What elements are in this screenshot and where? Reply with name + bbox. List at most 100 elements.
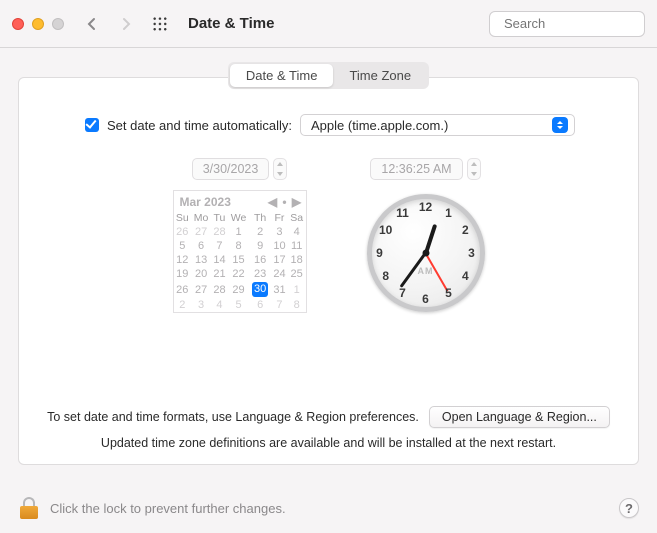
- clock-numeral: 8: [382, 269, 389, 283]
- calendar-day[interactable]: 8: [288, 298, 306, 312]
- calendar-day[interactable]: 28: [211, 281, 228, 298]
- calendar-day[interactable]: 1: [288, 281, 306, 298]
- time-column: 12:36:25 AM AM 121234567891011: [367, 158, 485, 313]
- calendar-day[interactable]: 19: [174, 267, 192, 281]
- calendar-day[interactable]: 28: [211, 225, 228, 239]
- calendar-day[interactable]: 22: [228, 267, 249, 281]
- calendar-day[interactable]: 26: [174, 281, 192, 298]
- calendar-day[interactable]: 3: [191, 298, 211, 312]
- calendar-day[interactable]: 30: [249, 281, 271, 298]
- calendar-dow: Su: [174, 211, 192, 225]
- auto-set-checkbox[interactable]: [85, 118, 99, 132]
- clock-numeral: 6: [422, 292, 429, 306]
- toolbar: Date & Time: [0, 0, 657, 48]
- calendar-day[interactable]: 5: [228, 298, 249, 312]
- updown-arrows-icon: [552, 117, 568, 133]
- calendar-day[interactable]: 17: [271, 253, 288, 267]
- tab-bar: Date & Time Time Zone: [0, 48, 657, 89]
- analog-clock: AM 121234567891011: [367, 194, 485, 312]
- calendar-dow: Th: [249, 211, 271, 225]
- calendar-day[interactable]: 8: [228, 239, 249, 253]
- clock-numeral: 7: [399, 286, 406, 300]
- calendar-day[interactable]: 21: [211, 267, 228, 281]
- auto-set-label: Set date and time automatically:: [107, 118, 292, 133]
- calendar-day[interactable]: 13: [191, 253, 211, 267]
- calendar-day[interactable]: 26: [174, 225, 192, 239]
- calendar-dow: We: [228, 211, 249, 225]
- tab-time-zone[interactable]: Time Zone: [333, 64, 427, 87]
- tz-update-label: Updated time zone definitions are availa…: [19, 436, 638, 450]
- calendar-day[interactable]: 5: [174, 239, 192, 253]
- format-hint-label: To set date and time formats, use Langua…: [47, 410, 419, 424]
- auto-set-row: Set date and time automatically: Apple (…: [85, 114, 610, 136]
- calendar-day[interactable]: 4: [211, 298, 228, 312]
- calendar-day[interactable]: 25: [288, 267, 306, 281]
- calendar-day[interactable]: 10: [271, 239, 288, 253]
- calendar-day[interactable]: 6: [191, 239, 211, 253]
- back-button[interactable]: [80, 12, 104, 36]
- calendar-day[interactable]: 1: [228, 225, 249, 239]
- clock-hub: [422, 250, 429, 257]
- calendar-day[interactable]: 16: [249, 253, 271, 267]
- clock-numeral: 5: [445, 286, 452, 300]
- clock-numeral: 11: [396, 206, 409, 220]
- time-step-down[interactable]: [468, 169, 480, 179]
- time-step-buttons[interactable]: [467, 158, 481, 180]
- time-server-value: Apple (time.apple.com.): [311, 118, 448, 133]
- lock-row: Click the lock to prevent further change…: [0, 487, 657, 533]
- calendar-day[interactable]: 18: [288, 253, 306, 267]
- window-controls: [12, 18, 64, 30]
- calendar-day[interactable]: 23: [249, 267, 271, 281]
- calendar-day[interactable]: 3: [271, 225, 288, 239]
- clock-numeral: 1: [445, 206, 452, 220]
- calendar: Mar 2023 ◀ • ▶ SuMoTuWeThFrSa 2627281234…: [173, 190, 307, 313]
- minimize-window-button[interactable]: [32, 18, 44, 30]
- date-stepper: 3/30/2023: [192, 158, 288, 180]
- calendar-day[interactable]: 29: [228, 281, 249, 298]
- show-all-button[interactable]: [148, 12, 172, 36]
- tab-date-time[interactable]: Date & Time: [230, 64, 334, 87]
- calendar-day[interactable]: 9: [249, 239, 271, 253]
- calendar-day[interactable]: 31: [271, 281, 288, 298]
- date-step-buttons[interactable]: [273, 158, 287, 180]
- calendar-day[interactable]: 4: [288, 225, 306, 239]
- date-step-up[interactable]: [274, 159, 286, 169]
- time-field[interactable]: 12:36:25 AM: [370, 158, 462, 180]
- forward-button: [114, 12, 138, 36]
- calendar-today-button[interactable]: •: [280, 195, 290, 209]
- time-server-select[interactable]: Apple (time.apple.com.): [300, 114, 575, 136]
- date-column: 3/30/2023 Mar 2023 ◀ • ▶: [173, 158, 307, 313]
- open-language-region-button[interactable]: Open Language & Region...: [429, 406, 610, 428]
- search-field[interactable]: [489, 11, 645, 37]
- calendar-prev-button[interactable]: ◀: [268, 195, 278, 209]
- lock-icon[interactable]: [20, 497, 38, 519]
- calendar-day[interactable]: 7: [271, 298, 288, 312]
- clock-numeral: 3: [468, 246, 475, 260]
- help-button[interactable]: ?: [619, 498, 639, 518]
- calendar-day[interactable]: 27: [191, 225, 211, 239]
- calendar-day[interactable]: 2: [249, 225, 271, 239]
- calendar-next-button[interactable]: ▶: [292, 195, 302, 209]
- search-input[interactable]: [504, 16, 657, 31]
- clock-numeral: 4: [462, 269, 469, 283]
- calendar-day[interactable]: 6: [249, 298, 271, 312]
- calendar-day[interactable]: 20: [191, 267, 211, 281]
- calendar-dow: Sa: [288, 211, 306, 225]
- calendar-dow: Fr: [271, 211, 288, 225]
- calendar-day[interactable]: 11: [288, 239, 306, 253]
- preferences-pane: Set date and time automatically: Apple (…: [18, 77, 639, 465]
- date-field[interactable]: 3/30/2023: [192, 158, 270, 180]
- close-window-button[interactable]: [12, 18, 24, 30]
- calendar-day[interactable]: 24: [271, 267, 288, 281]
- zoom-window-button: [52, 18, 64, 30]
- calendar-day[interactable]: 7: [211, 239, 228, 253]
- calendar-day[interactable]: 2: [174, 298, 192, 312]
- calendar-day[interactable]: 15: [228, 253, 249, 267]
- calendar-day[interactable]: 14: [211, 253, 228, 267]
- calendar-day[interactable]: 12: [174, 253, 192, 267]
- lock-label: Click the lock to prevent further change…: [50, 501, 607, 516]
- time-step-up[interactable]: [468, 159, 480, 169]
- date-step-down[interactable]: [274, 169, 286, 179]
- calendar-day[interactable]: 27: [191, 281, 211, 298]
- window-title: Date & Time: [188, 15, 479, 32]
